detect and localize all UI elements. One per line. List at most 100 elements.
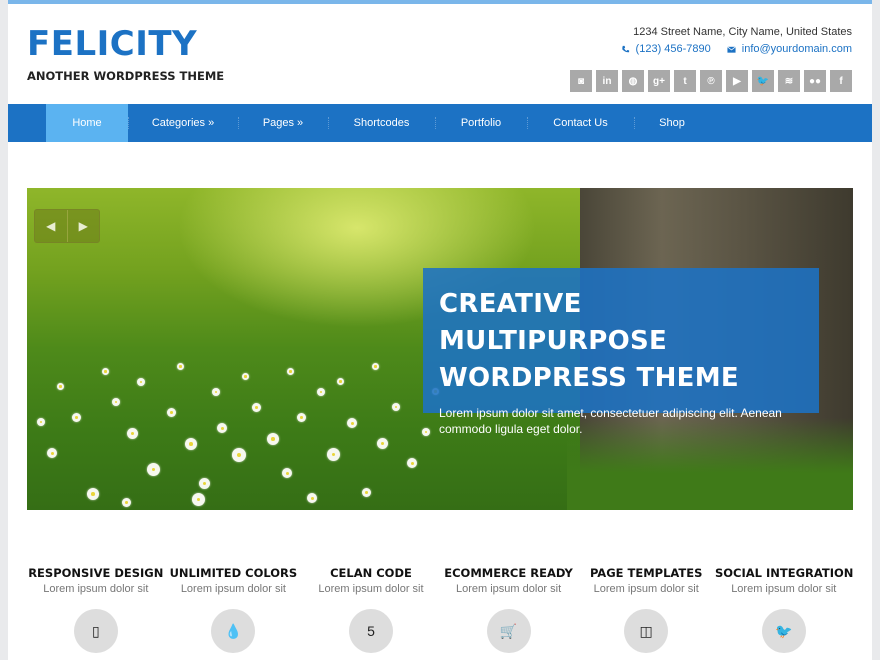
feature-subtitle: Lorem ipsum dolor sit	[456, 583, 562, 595]
flower	[422, 428, 430, 436]
site-tagline: ANOTHER WORDPRESS THEME	[27, 69, 225, 83]
twitter-icon[interactable]: 🐦	[761, 609, 806, 653]
page: FELICITY ANOTHER WORDPRESS THEME 1234 St…	[8, 0, 872, 660]
flower	[199, 478, 210, 489]
flower	[347, 418, 357, 428]
flower	[362, 488, 371, 497]
flower	[372, 363, 379, 370]
flower	[72, 413, 81, 422]
flower	[127, 428, 138, 439]
feature-title: PAGE TEMPLATES	[589, 566, 703, 580]
slide-title: CREATIVE MULTIPURPOSE WORDPRESS THEME	[439, 286, 803, 397]
feature-item: RESPONSIVE DESIGN Lorem ipsum dolor sit ▯	[27, 566, 165, 653]
flower	[337, 378, 344, 385]
google-plus-icon[interactable]: g+	[648, 70, 670, 92]
phone-icon	[621, 45, 629, 52]
nav-item-categories[interactable]: Categories »	[128, 104, 238, 142]
flower	[252, 403, 261, 412]
flower	[267, 433, 279, 445]
slider-prev-button[interactable]: ◀	[35, 210, 67, 242]
flower	[122, 498, 131, 507]
nav-item-contact-us[interactable]: Contact Us	[527, 104, 634, 142]
feature-item: SOCIAL INTEGRATION Lorem ipsum dolor sit 🐦	[715, 566, 853, 653]
feature-item: ECOMMERCE READY Lorem ipsum dolor sit 🛒	[440, 566, 578, 653]
facebook-icon[interactable]: f	[830, 70, 852, 92]
envelope-icon	[727, 46, 736, 53]
flower	[327, 448, 340, 461]
site-logo[interactable]: FELICITY	[27, 24, 197, 64]
instagram-icon[interactable]: ◙	[570, 70, 592, 92]
contact-phone[interactable]: (123) 456-7890	[621, 43, 711, 55]
flower	[102, 368, 109, 375]
flickr-icon[interactable]: ●●	[804, 70, 826, 92]
flower	[192, 493, 205, 506]
flower	[147, 463, 160, 476]
slider-next-button[interactable]: ▶	[66, 210, 100, 242]
feature-subtitle: Lorem ipsum dolor sit	[731, 583, 837, 595]
flower	[392, 403, 400, 411]
droplet-icon[interactable]: 💧	[211, 609, 256, 653]
hero-slider[interactable]: ◀ ▶ CREATIVE MULTIPURPOSE WORDPRESS THEM…	[27, 188, 853, 510]
contact-info: (123) 456-7890 info@yourdomain.com	[621, 43, 852, 55]
linkedin-icon[interactable]: in	[596, 70, 618, 92]
flower	[297, 413, 306, 422]
contact-email[interactable]: info@yourdomain.com	[727, 43, 852, 55]
feature-item: UNLIMITED COLORS Lorem ipsum dolor sit 💧	[165, 566, 303, 653]
rss-icon[interactable]: ≋	[778, 70, 800, 92]
twitter-icon[interactable]: 🐦	[752, 70, 774, 92]
main-nav: Home Categories » Pages » Shortcodes Portfol…	[8, 104, 872, 142]
nav-list: Home Categories » Pages » Shortcodes Portfol…	[46, 104, 710, 142]
feature-title: RESPONSIVE DESIGN	[28, 566, 164, 580]
slide-title-line1: CREATIVE MULTIPURPOSE	[439, 289, 668, 356]
flower	[287, 368, 294, 375]
flower	[185, 438, 197, 450]
feature-title: ECOMMERCE READY	[444, 566, 573, 580]
tumblr-icon[interactable]: t	[674, 70, 696, 92]
flower	[377, 438, 388, 449]
feature-title: CELAN CODE	[330, 566, 412, 580]
flower	[47, 448, 57, 458]
dribbble-icon[interactable]: ◍	[622, 70, 644, 92]
slide-title-line2: WORDPRESS THEME	[439, 363, 739, 393]
nav-item-home[interactable]: Home	[46, 104, 128, 142]
flower	[212, 388, 220, 396]
slide-caption: CREATIVE MULTIPURPOSE WORDPRESS THEME Lo…	[423, 268, 819, 436]
feature-item: PAGE TEMPLATES Lorem ipsum dolor sit ◫	[577, 566, 715, 653]
html5-icon[interactable]: 5	[348, 609, 393, 653]
flower	[232, 448, 246, 462]
pinterest-icon[interactable]: ℗	[700, 70, 722, 92]
flower	[167, 408, 176, 417]
feature-item: CELAN CODE Lorem ipsum dolor sit 5	[302, 566, 440, 653]
phone-number: (123) 456-7890	[635, 43, 711, 55]
feature-subtitle: Lorem ipsum dolor sit	[593, 583, 699, 595]
feature-title: SOCIAL INTEGRATION	[714, 566, 854, 580]
flower	[317, 388, 325, 396]
cart-icon[interactable]: 🛒	[486, 609, 531, 653]
flower	[57, 383, 64, 390]
feature-subtitle: Lorem ipsum dolor sit	[43, 583, 149, 595]
features-row: RESPONSIVE DESIGN Lorem ipsum dolor sit ▯ U…	[27, 566, 853, 653]
flower	[282, 468, 292, 478]
columns-icon[interactable]: ◫	[624, 609, 669, 653]
flower	[177, 363, 184, 370]
nav-item-pages[interactable]: Pages »	[238, 104, 328, 142]
flower	[407, 458, 417, 468]
flower	[112, 398, 120, 406]
nav-item-shop[interactable]: Shop	[634, 104, 710, 142]
social-icons: ◙ in ◍ g+ t ℗ ▶ 🐦 ≋ ●● f	[570, 70, 852, 92]
nav-item-shortcodes[interactable]: Shortcodes	[328, 104, 435, 142]
flower	[307, 493, 317, 503]
mobile-icon[interactable]: ▯	[73, 609, 118, 653]
feature-subtitle: Lorem ipsum dolor sit	[318, 583, 424, 595]
flower	[87, 488, 99, 500]
slider-arrows: ◀ ▶	[34, 209, 100, 243]
nav-item-portfolio[interactable]: Portfolio	[435, 104, 527, 142]
feature-subtitle: Lorem ipsum dolor sit	[180, 583, 286, 595]
flower	[137, 378, 145, 386]
youtube-icon[interactable]: ▶	[726, 70, 748, 92]
slide-text: Lorem ipsum dolor sit amet, consectetuer…	[439, 406, 782, 436]
flower	[37, 418, 45, 426]
contact-address: 1234 Street Name, City Name, United Stat…	[633, 26, 852, 38]
feature-title: UNLIMITED COLORS	[169, 566, 298, 580]
email-address: info@yourdomain.com	[741, 43, 852, 55]
